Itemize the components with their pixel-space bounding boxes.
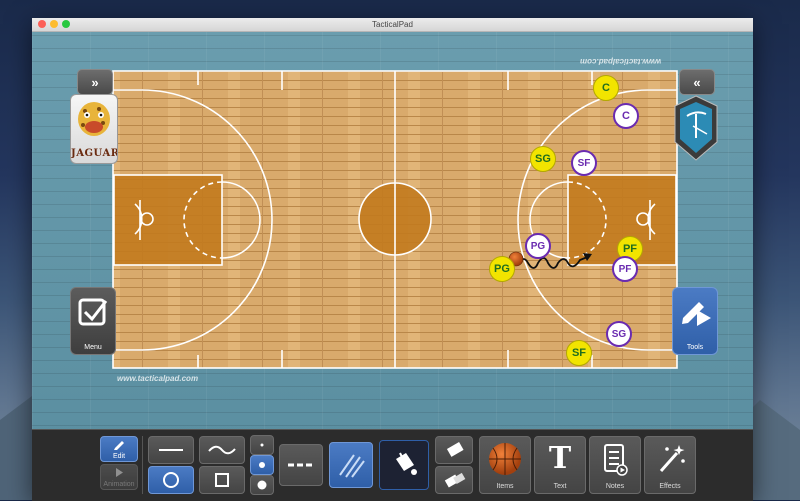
away-player-sg[interactable]: SG — [606, 321, 632, 347]
right-panel-collapse-button[interactable]: « — [679, 69, 715, 95]
text-t-icon: T — [535, 441, 585, 476]
edit-label: Edit — [101, 453, 137, 460]
toolbar-divider — [142, 436, 143, 494]
dashed-line-tool[interactable] — [279, 444, 323, 486]
curved-line-tool[interactable] — [199, 436, 245, 464]
away-player-sf[interactable]: SF — [571, 150, 597, 176]
home-player-c[interactable]: C — [593, 75, 619, 101]
text-button[interactable]: T Text — [534, 436, 586, 494]
small-dot-icon — [251, 436, 273, 454]
bottom-toolbar: Edit Animation Items — [32, 429, 753, 501]
tools-button[interactable]: Tools — [672, 287, 718, 355]
eraser-all-tool[interactable] — [435, 466, 473, 494]
thickness-small[interactable] — [250, 435, 274, 455]
left-paint — [114, 175, 222, 265]
paint-bucket-icon — [380, 441, 428, 489]
menu-button[interactable]: Menu — [70, 287, 116, 355]
straight-line-icon — [149, 437, 193, 463]
watermark-bottom: www.tacticalpad.com — [117, 374, 198, 383]
eraser-tool[interactable] — [435, 436, 473, 464]
shield-logo-icon — [673, 94, 719, 162]
away-player-c[interactable]: C — [613, 103, 639, 129]
notes-button[interactable]: Notes — [589, 436, 641, 494]
circle-shape-tool[interactable] — [148, 466, 194, 494]
fill-bucket-tool[interactable] — [379, 440, 429, 490]
hatch-fill-tool[interactable] — [329, 442, 373, 488]
straight-line-tool[interactable] — [148, 436, 194, 464]
thickness-large[interactable] — [250, 475, 274, 495]
watermark-top: www.tacticalpad.com — [580, 57, 661, 66]
double-chevron-left-icon: « — [693, 75, 700, 90]
home-team-name: JAGUAR — [71, 148, 117, 159]
double-chevron-right-icon: » — [91, 75, 98, 90]
home-player-sg[interactable]: SG — [530, 146, 556, 172]
notes-label: Notes — [590, 483, 640, 490]
menu-label: Menu — [71, 344, 115, 351]
thickness-medium[interactable] — [250, 455, 274, 475]
basketball-icon — [480, 437, 530, 481]
left-panel-collapse-button[interactable]: » — [77, 69, 113, 95]
edit-mode-button[interactable]: Edit — [100, 436, 138, 462]
notes-icon — [590, 437, 640, 481]
effects-button[interactable]: Effects — [644, 436, 696, 494]
play-icon — [101, 465, 137, 479]
medium-dot-icon — [251, 456, 273, 474]
large-dot-icon — [251, 476, 273, 494]
square-icon — [200, 467, 244, 493]
items-button[interactable]: Items — [479, 436, 531, 494]
curved-line-icon — [200, 437, 244, 463]
text-label: Text — [535, 483, 585, 490]
magic-wand-icon — [645, 437, 695, 481]
away-team-logo[interactable]: T — [673, 94, 719, 162]
pencil-icon — [101, 437, 137, 451]
square-shape-tool[interactable] — [199, 466, 245, 494]
home-player-pg[interactable]: PG — [489, 256, 515, 282]
items-label: Items — [480, 483, 530, 490]
away-team-logo-letter: T — [673, 94, 674, 95]
home-player-sf[interactable]: SF — [566, 340, 592, 366]
checkbox-icon — [71, 288, 115, 334]
away-player-pf[interactable]: PF — [612, 256, 638, 282]
effects-label: Effects — [645, 483, 695, 490]
circle-icon — [149, 467, 193, 493]
hatch-icon — [330, 443, 372, 487]
eraser-all-icon — [436, 467, 472, 493]
animation-label: Animation — [101, 481, 137, 488]
dashed-line-icon — [280, 445, 322, 485]
eraser-icon — [436, 437, 472, 463]
away-player-pg[interactable]: PG — [525, 233, 551, 259]
jaguar-icon — [71, 95, 117, 145]
home-team-logo[interactable]: JAGUAR — [70, 94, 118, 164]
pencil-play-icon — [673, 288, 717, 334]
tools-label: Tools — [673, 344, 717, 351]
animation-mode-button[interactable]: Animation — [100, 464, 138, 490]
